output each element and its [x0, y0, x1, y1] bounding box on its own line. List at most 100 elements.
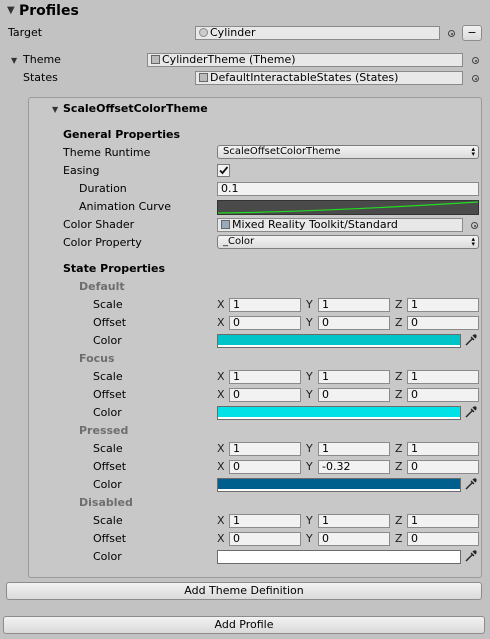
state-name-3: Disabled	[79, 496, 133, 509]
profiles-header[interactable]: ▼ Profiles	[0, 0, 490, 24]
eyedropper-icon[interactable]	[464, 333, 478, 350]
duration-input[interactable]: 0.1	[217, 182, 479, 196]
offset-z-input[interactable]: 0	[407, 316, 479, 330]
offset-label: Offset	[93, 388, 127, 401]
y-axis-label: Y	[306, 532, 313, 545]
color-property-dropdown[interactable]: _Color ▴ ▾	[217, 235, 479, 249]
duration-label: Duration	[79, 182, 127, 195]
theme-panel-foldout-icon[interactable]: ▼	[52, 105, 58, 114]
target-value: Cylinder	[210, 26, 256, 39]
x-axis-label: X	[217, 442, 225, 455]
offset-label: Offset	[93, 532, 127, 545]
theme-runtime-dropdown[interactable]: ScaleOffsetColorTheme ▴ ▾	[217, 145, 479, 159]
color-shader-field[interactable]: Mixed Reality Toolkit/Standard	[217, 218, 463, 232]
theme-foldout-arrow-icon[interactable]: ▼	[11, 56, 17, 65]
dropdown-arrow-icon: ▴ ▾	[471, 235, 475, 248]
offset-z-input[interactable]: 0	[407, 388, 479, 402]
color-label: Color	[93, 550, 122, 563]
y-axis-label: Y	[306, 370, 313, 383]
scale-x-input[interactable]: 1	[229, 514, 301, 528]
offset-y-input[interactable]: 0	[318, 316, 390, 330]
z-axis-label: Z	[395, 388, 403, 401]
color-shader-label: Color Shader	[63, 218, 135, 231]
offset-x-input[interactable]: 0	[229, 388, 301, 402]
scale-z-input[interactable]: 1	[407, 370, 479, 384]
eyedropper-icon[interactable]	[464, 477, 478, 494]
theme-object-field[interactable]: CylinderTheme (Theme)	[147, 53, 463, 67]
scale-label: Scale	[93, 514, 123, 527]
offset-x-input[interactable]: 0	[229, 460, 301, 474]
easing-checkbox[interactable]	[217, 164, 230, 177]
eyedropper-icon[interactable]	[464, 405, 478, 422]
z-axis-label: Z	[395, 370, 403, 383]
general-properties-heading: General Properties	[63, 128, 181, 141]
shader-icon	[221, 220, 230, 229]
color-swatch-0[interactable]	[217, 334, 461, 348]
states-object-field[interactable]: DefaultInteractableStates (States)	[195, 71, 463, 85]
offset-x-input[interactable]: 0	[229, 316, 301, 330]
target-label: Target	[8, 26, 43, 39]
animation-curve-field[interactable]	[217, 200, 479, 215]
scale-label: Scale	[93, 370, 123, 383]
object-picker-icon[interactable]	[448, 30, 455, 37]
x-axis-label: X	[217, 514, 225, 527]
state-name-2: Pressed	[79, 424, 129, 437]
x-axis-label: X	[217, 298, 225, 311]
animation-curve-label: Animation Curve	[79, 200, 172, 213]
states-picker-icon[interactable]	[472, 75, 479, 82]
state-name-1: Focus	[79, 352, 115, 365]
target-object-field[interactable]: Cylinder	[195, 26, 440, 40]
scale-y-input[interactable]: 1	[318, 442, 390, 456]
scale-y-input[interactable]: 1	[318, 298, 390, 312]
color-label: Color	[93, 406, 122, 419]
scale-x-input[interactable]: 1	[229, 370, 301, 384]
states-label: States	[23, 71, 58, 84]
color-swatch-2[interactable]	[217, 478, 461, 492]
scale-label: Scale	[93, 298, 123, 311]
offset-x-input[interactable]: 0	[229, 532, 301, 546]
offset-y-input[interactable]: 0	[318, 388, 390, 402]
add-profile-button[interactable]: Add Profile	[3, 616, 485, 634]
state-name-0: Default	[79, 280, 125, 293]
scale-z-input[interactable]: 1	[407, 442, 479, 456]
z-axis-label: Z	[395, 514, 403, 527]
eyedropper-icon[interactable]	[464, 549, 478, 566]
color-label: Color	[93, 478, 122, 491]
offset-y-input[interactable]: 0	[318, 532, 390, 546]
scale-label: Scale	[93, 442, 123, 455]
color-property-value: _Color	[223, 236, 255, 247]
offset-y-input[interactable]: -0.32	[318, 460, 390, 474]
alpha-bar	[218, 345, 460, 347]
scale-x-input[interactable]: 1	[229, 442, 301, 456]
shader-picker-icon[interactable]	[471, 222, 478, 229]
color-swatch-3[interactable]	[217, 550, 461, 564]
scale-z-input[interactable]: 1	[407, 298, 479, 312]
z-axis-label: Z	[395, 442, 403, 455]
offset-z-input[interactable]: 0	[407, 460, 479, 474]
remove-target-button[interactable]: −	[462, 25, 482, 41]
z-axis-label: Z	[395, 460, 403, 473]
z-axis-label: Z	[395, 316, 403, 329]
scale-z-input[interactable]: 1	[407, 514, 479, 528]
scale-y-input[interactable]: 1	[318, 370, 390, 384]
y-axis-label: Y	[306, 460, 313, 473]
foldout-arrow-icon[interactable]: ▼	[7, 5, 15, 16]
y-axis-label: Y	[306, 388, 313, 401]
curve-line	[218, 201, 478, 214]
scale-y-input[interactable]: 1	[318, 514, 390, 528]
easing-label: Easing	[63, 164, 100, 177]
x-axis-label: X	[217, 316, 225, 329]
x-axis-label: X	[217, 460, 225, 473]
offset-z-input[interactable]: 0	[407, 532, 479, 546]
scale-x-input[interactable]: 1	[229, 298, 301, 312]
theme-picker-icon[interactable]	[472, 57, 479, 64]
theme-label: Theme	[23, 53, 61, 66]
y-axis-label: Y	[306, 298, 313, 311]
alpha-bar	[218, 561, 460, 563]
y-axis-label: Y	[306, 316, 313, 329]
state-properties-heading: State Properties	[63, 262, 165, 275]
theme-runtime-value: ScaleOffsetColorTheme	[223, 146, 341, 157]
add-theme-definition-button[interactable]: Add Theme Definition	[6, 582, 482, 600]
theme-runtime-label: Theme Runtime	[63, 146, 151, 159]
color-swatch-1[interactable]	[217, 406, 461, 420]
